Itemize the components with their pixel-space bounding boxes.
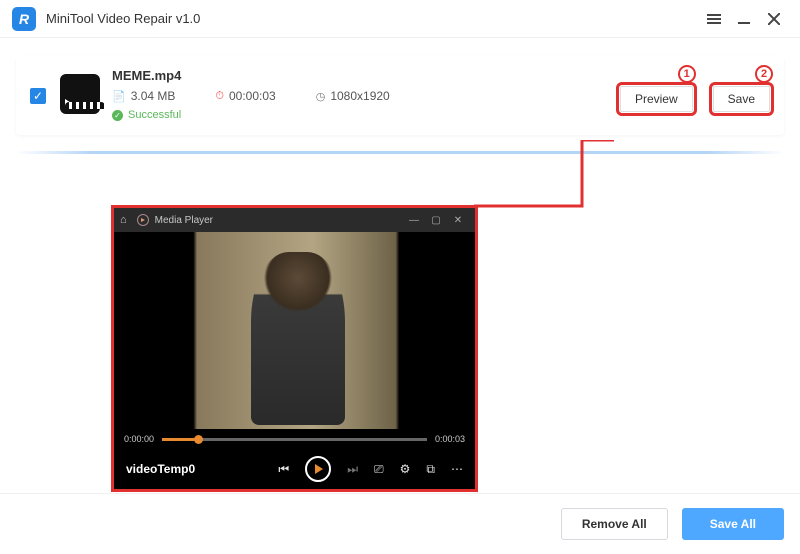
player-app-icon	[137, 214, 149, 226]
callout-1: 1	[678, 65, 696, 83]
save-button[interactable]: 2 Save	[713, 86, 770, 112]
media-player-titlebar: ⌂ Media Player — ▢ ✕	[114, 208, 475, 232]
current-time: 0:00:00	[124, 434, 154, 444]
mp-maximize-icon[interactable]: ▢	[425, 215, 447, 226]
menu-icon[interactable]	[700, 5, 728, 33]
file-size: 📄 3.04 MB	[112, 89, 175, 103]
file-row: ✓ MEME.mp4 📄 3.04 MB ⏱ 00:00:03	[16, 56, 784, 135]
callout-2: 2	[755, 65, 773, 83]
total-time: 0:00:03	[435, 434, 465, 444]
cast-icon[interactable]: ⧉	[426, 462, 435, 477]
mp-minimize-icon[interactable]: —	[403, 215, 425, 226]
next-icon[interactable]: ⏭	[347, 462, 358, 477]
save-all-button[interactable]: Save All	[682, 508, 784, 540]
home-icon[interactable]: ⌂	[120, 214, 127, 226]
subtitle-icon[interactable]: ⎚	[374, 462, 384, 477]
file-icon: 📄	[112, 90, 126, 103]
file-name: MEME.mp4	[112, 68, 620, 83]
footer-bar: Remove All Save All	[0, 493, 800, 554]
preview-button[interactable]: 1 Preview	[620, 86, 693, 112]
more-icon[interactable]: ⋯	[451, 462, 463, 476]
file-resolution: ◷ 1080x1920	[316, 89, 390, 103]
file-duration: ⏱ 00:00:03	[215, 89, 275, 103]
seek-bar-row: 0:00:00 0:00:03	[114, 429, 475, 449]
play-button[interactable]	[305, 456, 331, 482]
video-canvas[interactable]	[114, 232, 475, 429]
divider	[16, 151, 784, 154]
media-player-title: Media Player	[155, 215, 403, 226]
playing-file-name: videoTemp0	[126, 462, 264, 476]
title-bar: R MiniTool Video Repair v1.0	[0, 0, 800, 38]
close-icon[interactable]	[760, 5, 788, 33]
status-badge: ✓ Successful	[112, 109, 620, 121]
minimize-icon[interactable]	[730, 5, 758, 33]
app-logo: R	[12, 7, 36, 31]
mp-close-icon[interactable]: ✕	[447, 215, 469, 226]
clock-icon: ⏱	[215, 90, 224, 103]
seek-bar[interactable]	[162, 438, 427, 441]
row-checkbox[interactable]: ✓	[30, 88, 46, 104]
media-player-window: ⌂ Media Player — ▢ ✕ 0:00:00 0:00:03 vid…	[111, 205, 478, 492]
settings-icon[interactable]: ⚙	[400, 462, 411, 476]
file-thumbnail-icon	[60, 74, 100, 114]
resolution-icon: ◷	[316, 90, 326, 103]
check-icon: ✓	[112, 110, 123, 121]
app-title: MiniTool Video Repair v1.0	[46, 11, 700, 26]
remove-all-button[interactable]: Remove All	[561, 508, 668, 540]
prev-icon[interactable]: ⏮	[278, 462, 289, 477]
